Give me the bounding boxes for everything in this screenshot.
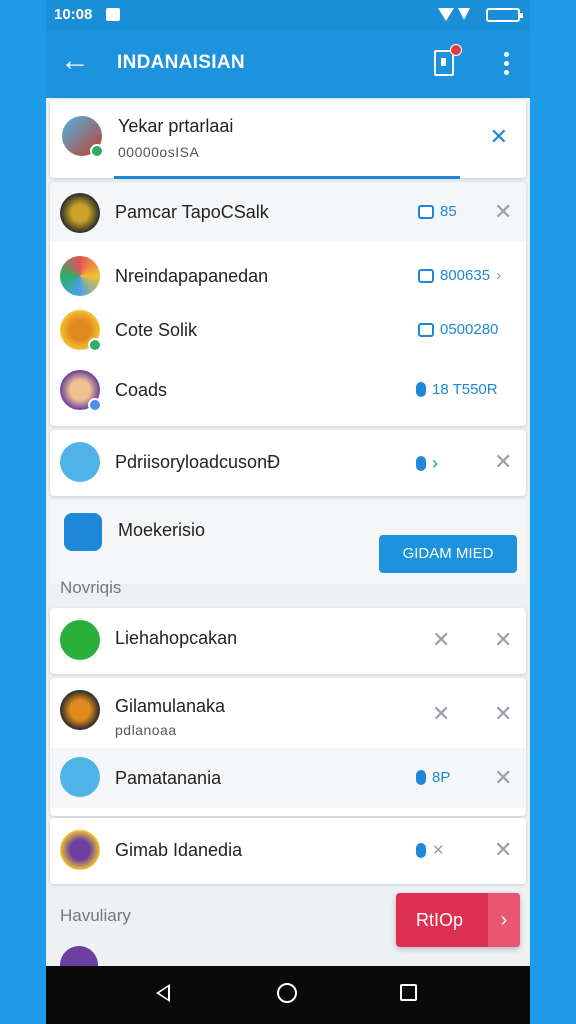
- item-sub: pdlanoaa: [115, 722, 177, 738]
- close-icon[interactable]: ✕: [494, 703, 512, 725]
- close-icon[interactable]: ✕: [432, 629, 450, 651]
- fab-label: RtIOp: [416, 910, 464, 930]
- promo-name: Moekerisio: [118, 520, 206, 540]
- item-chip: 0500280: [418, 321, 498, 338]
- list-card: PdriisoryloadcusonÐ › ✕: [50, 430, 526, 496]
- item-chip: 18 T550R: [416, 381, 498, 398]
- avatar: [60, 442, 100, 482]
- avatar: [62, 116, 104, 158]
- wifi-icon: [438, 8, 454, 21]
- nav-home-icon[interactable]: [277, 983, 297, 1003]
- item-name: Pamatanania: [115, 768, 222, 788]
- nav-recent-icon[interactable]: [400, 984, 417, 1001]
- item-name: Liehahopcakan: [115, 628, 238, 648]
- item-name: Cote Solik: [115, 320, 198, 340]
- close-icon[interactable]: ✕: [494, 839, 512, 861]
- promo-card: Moekerisio GIDAM MIED: [50, 500, 526, 584]
- item-name: Gimab Idanedia: [115, 840, 243, 860]
- app-bar: ← INDANAISIAN: [46, 30, 530, 98]
- status-bar: 10:08: [46, 0, 530, 30]
- avatar: [60, 256, 100, 296]
- close-icon[interactable]: ✕: [490, 126, 508, 148]
- list-card: Gilamulanaka pdlanoaa ✕ ✕ Pamatanania 8P…: [50, 678, 526, 816]
- avatar: [60, 946, 98, 966]
- list-item[interactable]: Gilamulanaka pdlanoaa ✕ ✕: [50, 682, 526, 742]
- chevron-right-icon[interactable]: ›: [488, 893, 520, 947]
- list-item[interactable]: PdriisoryloadcusonÐ › ✕: [50, 432, 526, 492]
- item-name: Gilamulanaka: [115, 696, 226, 716]
- item-name: Coads: [115, 380, 168, 400]
- avatar: [60, 620, 100, 660]
- signal-icon: [438, 8, 470, 21]
- notification-icon: [106, 8, 120, 21]
- item-chip: 85: [418, 203, 457, 220]
- phone-screen: 10:08 ← INDANAISIAN Yekar prtarlaai 0000…: [46, 0, 530, 1024]
- avatar: [60, 310, 102, 352]
- app-icon: [64, 513, 102, 551]
- list-item[interactable]: Cote Solik 0500280: [50, 300, 526, 360]
- cell-signal-icon: [458, 8, 470, 20]
- avatar: [60, 757, 100, 797]
- fab-button[interactable]: RtIOp ›: [396, 893, 520, 947]
- list-item[interactable]: Coads 18 T550R: [50, 360, 526, 420]
- item-chip: 8P: [416, 769, 450, 786]
- list-item[interactable]: Pamcar TapoCSalk 85 ✕: [50, 182, 526, 242]
- list-card: Pamcar TapoCSalk 85 ✕ Nreindapapanedan 8…: [50, 182, 526, 426]
- avatar: [60, 193, 100, 233]
- item-chip: 800635 ›: [418, 267, 501, 284]
- close-icon[interactable]: ✕: [432, 703, 450, 725]
- avatar: [60, 370, 102, 412]
- item-name: Pamcar TapoCSalk: [115, 202, 269, 222]
- notification-badge: [450, 44, 462, 56]
- list-item[interactable]: Pamatanania 8P ✕: [50, 748, 526, 808]
- status-time: 10:08: [54, 6, 93, 23]
- list-item[interactable]: Nreindapapanedan 800635 ›: [50, 246, 526, 306]
- battery-icon: [486, 8, 523, 22]
- item-chip: ›: [416, 453, 438, 474]
- close-icon[interactable]: ✕: [494, 201, 512, 223]
- more-vert-icon[interactable]: [504, 52, 510, 75]
- header-sub: 00000osISA: [118, 144, 200, 160]
- close-icon[interactable]: ✕: [494, 629, 512, 651]
- progress-bar: [114, 176, 460, 179]
- page-title: INDANAISIAN: [117, 52, 245, 73]
- list-card: Liehahopcakan ✕ ✕: [50, 608, 526, 674]
- nav-back-icon[interactable]: [156, 984, 170, 1002]
- item-chip: ✕: [416, 841, 445, 859]
- avatar: [60, 690, 100, 730]
- system-nav-bar: [46, 966, 530, 1024]
- section-header: Havuliary: [60, 906, 131, 925]
- header-card: Yekar prtarlaai 00000osISA ✕: [50, 100, 526, 178]
- avatar: [60, 830, 100, 870]
- close-icon[interactable]: ✕: [494, 767, 512, 789]
- item-name: Nreindapapanedan: [115, 266, 269, 286]
- list-card: Gimab Idanedia ✕ ✕: [50, 818, 526, 884]
- list-item[interactable]: Gimab Idanedia ✕ ✕: [50, 820, 526, 880]
- section-header: Novriqis: [60, 578, 122, 597]
- item-name: PdriisoryloadcusonÐ: [115, 452, 281, 472]
- close-icon[interactable]: ✕: [494, 451, 512, 473]
- back-arrow-icon[interactable]: ←: [60, 46, 90, 76]
- promo-button[interactable]: GIDAM MIED: [379, 535, 517, 573]
- list-item[interactable]: Liehahopcakan ✕ ✕: [50, 610, 526, 670]
